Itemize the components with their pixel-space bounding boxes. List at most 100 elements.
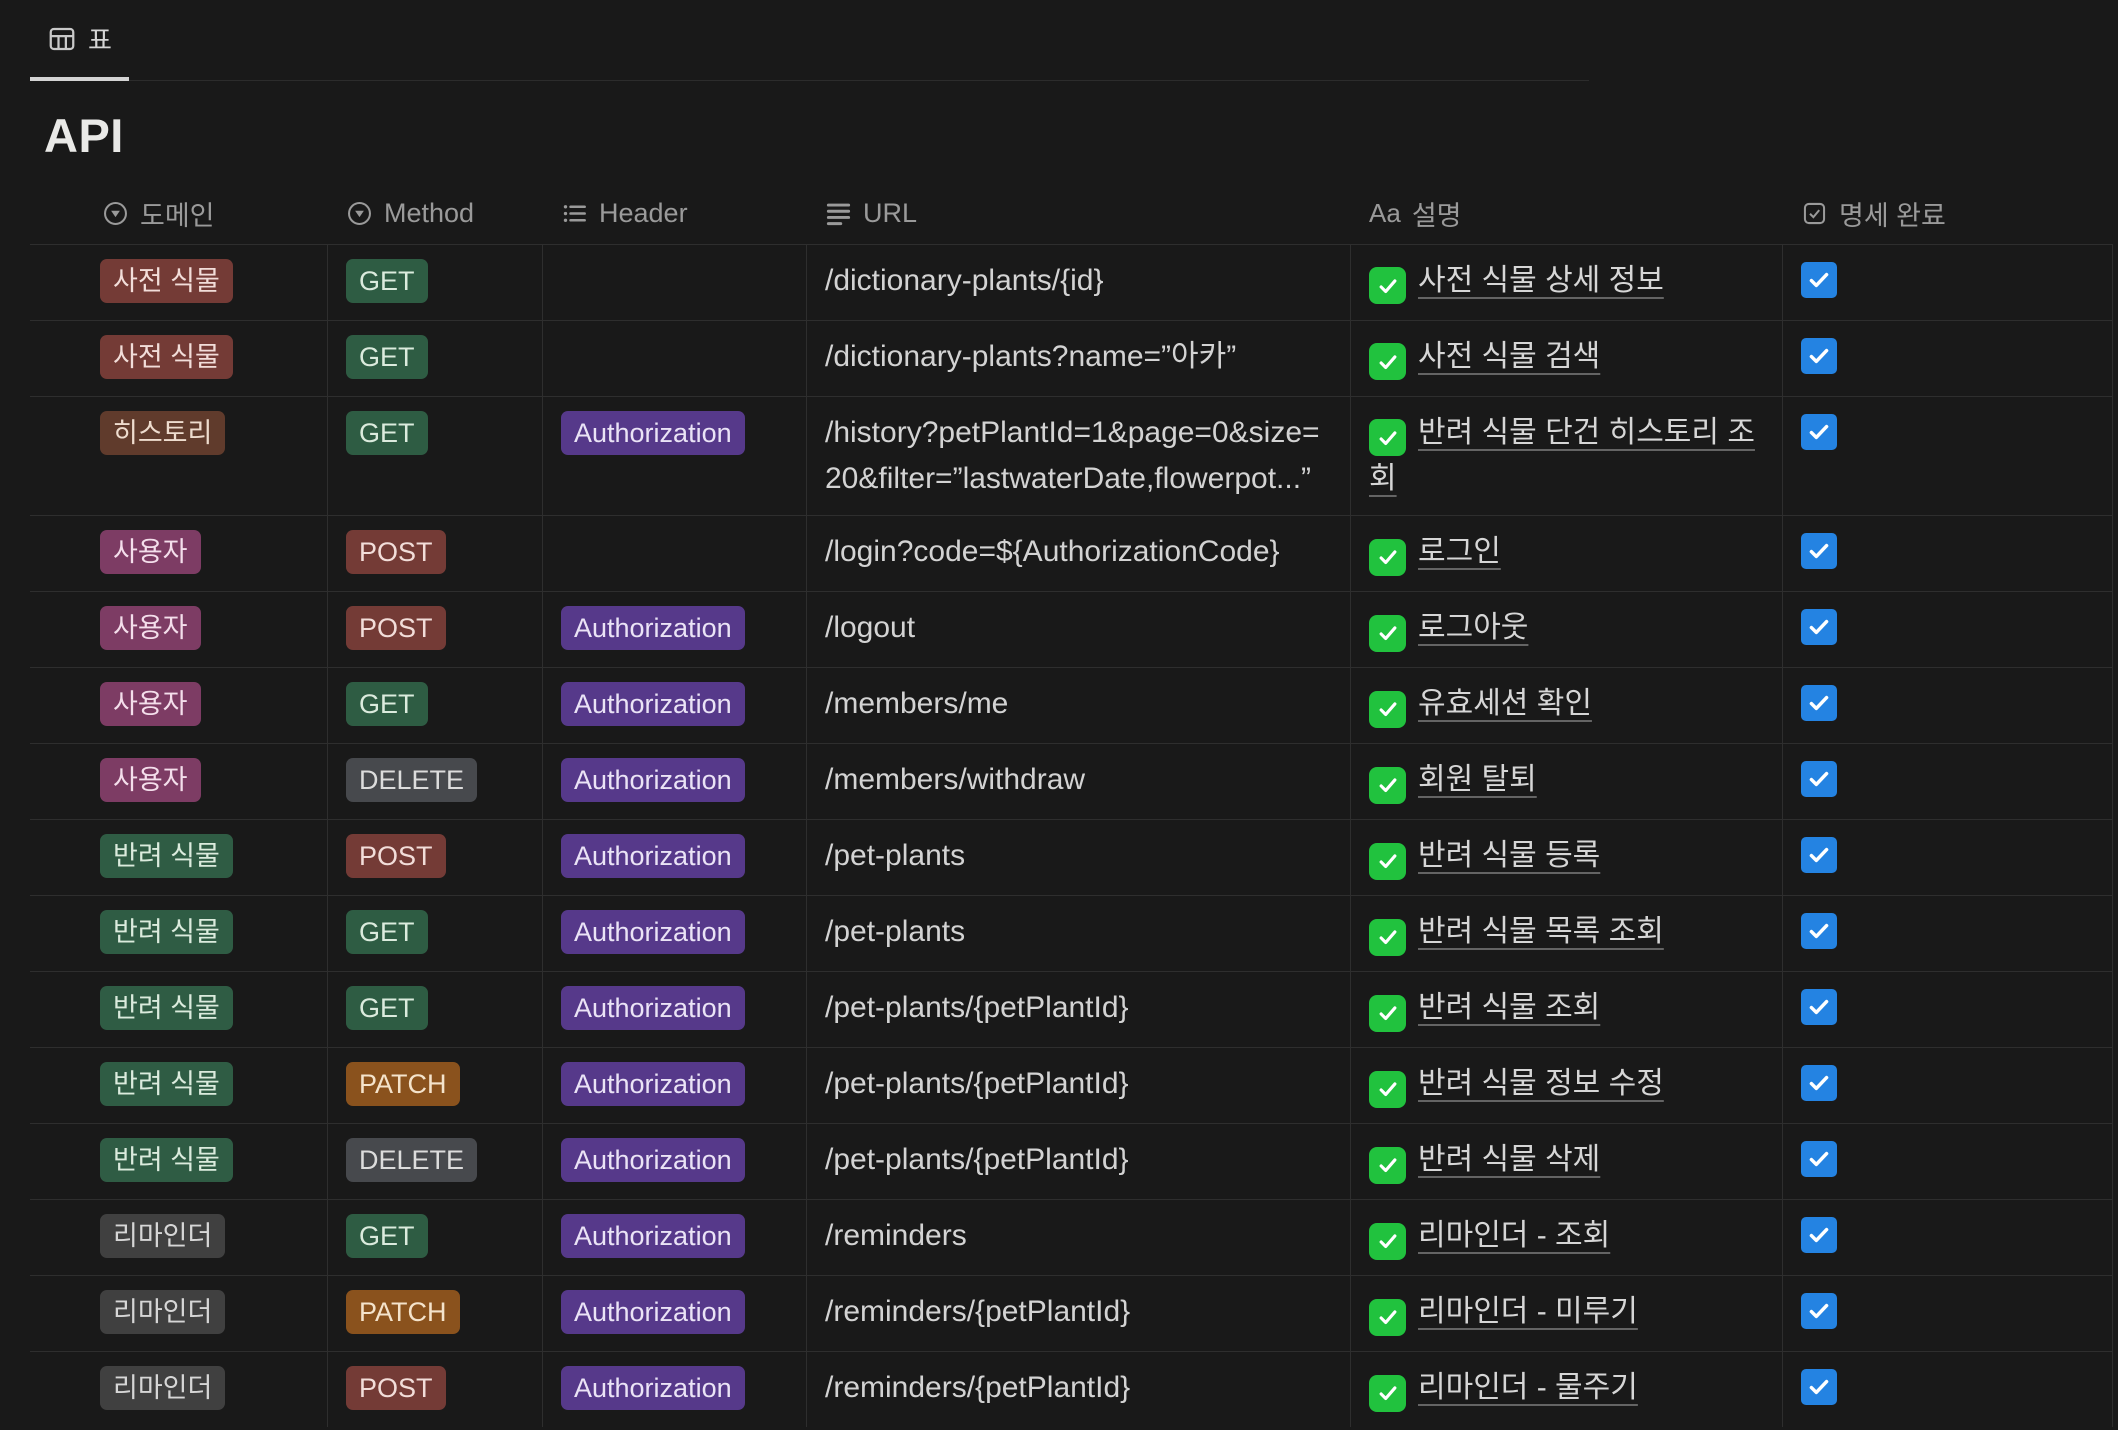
method-cell[interactable]: DELETE: [328, 1124, 543, 1199]
done-checkbox[interactable]: [1801, 262, 1837, 298]
domain-cell[interactable]: 반려 식물: [30, 972, 328, 1047]
method-cell[interactable]: GET: [328, 668, 543, 743]
column-header-spec-done[interactable]: 명세 완료: [1783, 184, 2113, 244]
domain-cell[interactable]: 사용자: [30, 592, 328, 667]
url-cell[interactable]: /pet-plants/{petPlantId}: [807, 1048, 1351, 1123]
url-cell[interactable]: /pet-plants/{petPlantId}: [807, 1124, 1351, 1199]
description-link[interactable]: 리마인더 - 조회: [1418, 1219, 1610, 1252]
method-cell[interactable]: POST: [328, 516, 543, 591]
domain-cell[interactable]: 사용자: [30, 744, 328, 819]
done-checkbox[interactable]: [1801, 1141, 1837, 1177]
header-cell[interactable]: Authorization: [543, 1276, 807, 1351]
done-cell[interactable]: [1783, 397, 2113, 516]
header-cell[interactable]: Authorization: [543, 1200, 807, 1275]
column-header-url[interactable]: URL: [807, 184, 1351, 244]
done-checkbox[interactable]: [1801, 1369, 1837, 1405]
done-checkbox[interactable]: [1801, 913, 1837, 949]
done-checkbox[interactable]: [1801, 1065, 1837, 1101]
done-checkbox[interactable]: [1801, 414, 1837, 450]
done-cell[interactable]: [1783, 1352, 2113, 1427]
description-cell[interactable]: 반려 식물 조회: [1351, 972, 1783, 1047]
done-checkbox[interactable]: [1801, 609, 1837, 645]
url-cell[interactable]: /dictionary-plants/{id}: [807, 245, 1351, 320]
url-cell[interactable]: /reminders/{petPlantId}: [807, 1276, 1351, 1351]
method-cell[interactable]: GET: [328, 896, 543, 971]
domain-cell[interactable]: 사전 식물: [30, 321, 328, 396]
page-title[interactable]: API: [44, 107, 2118, 166]
description-link[interactable]: 로그아웃: [1418, 611, 1528, 644]
domain-cell[interactable]: 히스토리: [30, 397, 328, 516]
method-cell[interactable]: GET: [328, 321, 543, 396]
done-cell[interactable]: [1783, 896, 2113, 971]
done-checkbox[interactable]: [1801, 761, 1837, 797]
domain-cell[interactable]: 사용자: [30, 516, 328, 591]
description-link[interactable]: 리마인더 - 물주기: [1418, 1371, 1638, 1404]
done-cell[interactable]: [1783, 1124, 2113, 1199]
done-cell[interactable]: [1783, 668, 2113, 743]
description-cell[interactable]: 반려 식물 단건 히스토리 조회: [1351, 397, 1783, 516]
done-cell[interactable]: [1783, 744, 2113, 819]
done-cell[interactable]: [1783, 245, 2113, 320]
description-link[interactable]: 유효세션 확인: [1418, 687, 1592, 720]
header-cell[interactable]: Authorization: [543, 397, 807, 516]
description-link[interactable]: 반려 식물 삭제: [1418, 1143, 1600, 1176]
column-header-method[interactable]: Method: [328, 184, 543, 244]
description-cell[interactable]: 회원 탈퇴: [1351, 744, 1783, 819]
done-cell[interactable]: [1783, 1200, 2113, 1275]
header-cell[interactable]: [543, 245, 807, 320]
done-checkbox[interactable]: [1801, 989, 1837, 1025]
url-cell[interactable]: /members/withdraw: [807, 744, 1351, 819]
url-cell[interactable]: /pet-plants: [807, 896, 1351, 971]
method-cell[interactable]: GET: [328, 245, 543, 320]
done-cell[interactable]: [1783, 1276, 2113, 1351]
done-checkbox[interactable]: [1801, 1217, 1837, 1253]
url-cell[interactable]: /logout: [807, 592, 1351, 667]
column-header-header[interactable]: Header: [543, 184, 807, 244]
column-header-domain[interactable]: 도메인: [30, 184, 328, 244]
url-cell[interactable]: /dictionary-plants?name=”아카”: [807, 321, 1351, 396]
domain-cell[interactable]: 리마인더: [30, 1200, 328, 1275]
domain-cell[interactable]: 리마인더: [30, 1352, 328, 1427]
tab-table-view[interactable]: 표: [30, 0, 129, 81]
column-header-description[interactable]: Aa 설명: [1351, 184, 1783, 244]
method-cell[interactable]: GET: [328, 397, 543, 516]
done-cell[interactable]: [1783, 592, 2113, 667]
method-cell[interactable]: GET: [328, 972, 543, 1047]
done-cell[interactable]: [1783, 820, 2113, 895]
description-cell[interactable]: 유효세션 확인: [1351, 668, 1783, 743]
done-cell[interactable]: [1783, 516, 2113, 591]
description-cell[interactable]: 사전 식물 검색: [1351, 321, 1783, 396]
method-cell[interactable]: DELETE: [328, 744, 543, 819]
done-checkbox[interactable]: [1801, 338, 1837, 374]
header-cell[interactable]: Authorization: [543, 1124, 807, 1199]
url-cell[interactable]: /members/me: [807, 668, 1351, 743]
method-cell[interactable]: GET: [328, 1200, 543, 1275]
description-cell[interactable]: 반려 식물 목록 조회: [1351, 896, 1783, 971]
description-link[interactable]: 회원 탈퇴: [1418, 763, 1537, 796]
description-cell[interactable]: 사전 식물 상세 정보: [1351, 245, 1783, 320]
description-link[interactable]: 반려 식물 조회: [1418, 991, 1600, 1024]
header-cell[interactable]: [543, 516, 807, 591]
description-cell[interactable]: 리마인더 - 물주기: [1351, 1352, 1783, 1427]
method-cell[interactable]: POST: [328, 820, 543, 895]
description-cell[interactable]: 반려 식물 등록: [1351, 820, 1783, 895]
description-link[interactable]: 로그인: [1418, 535, 1501, 568]
header-cell[interactable]: Authorization: [543, 744, 807, 819]
done-checkbox[interactable]: [1801, 1293, 1837, 1329]
domain-cell[interactable]: 반려 식물: [30, 1124, 328, 1199]
done-checkbox[interactable]: [1801, 685, 1837, 721]
description-link[interactable]: 사전 식물 상세 정보: [1418, 264, 1664, 297]
description-cell[interactable]: 리마인더 - 미루기: [1351, 1276, 1783, 1351]
method-cell[interactable]: POST: [328, 1352, 543, 1427]
description-cell[interactable]: 로그인: [1351, 516, 1783, 591]
header-cell[interactable]: [543, 321, 807, 396]
method-cell[interactable]: PATCH: [328, 1276, 543, 1351]
header-cell[interactable]: Authorization: [543, 896, 807, 971]
header-cell[interactable]: Authorization: [543, 820, 807, 895]
url-cell[interactable]: /reminders: [807, 1200, 1351, 1275]
done-cell[interactable]: [1783, 1048, 2113, 1123]
url-cell[interactable]: /login?code=${AuthorizationCode}: [807, 516, 1351, 591]
header-cell[interactable]: Authorization: [543, 668, 807, 743]
domain-cell[interactable]: 반려 식물: [30, 820, 328, 895]
description-link[interactable]: 반려 식물 목록 조회: [1418, 915, 1664, 948]
